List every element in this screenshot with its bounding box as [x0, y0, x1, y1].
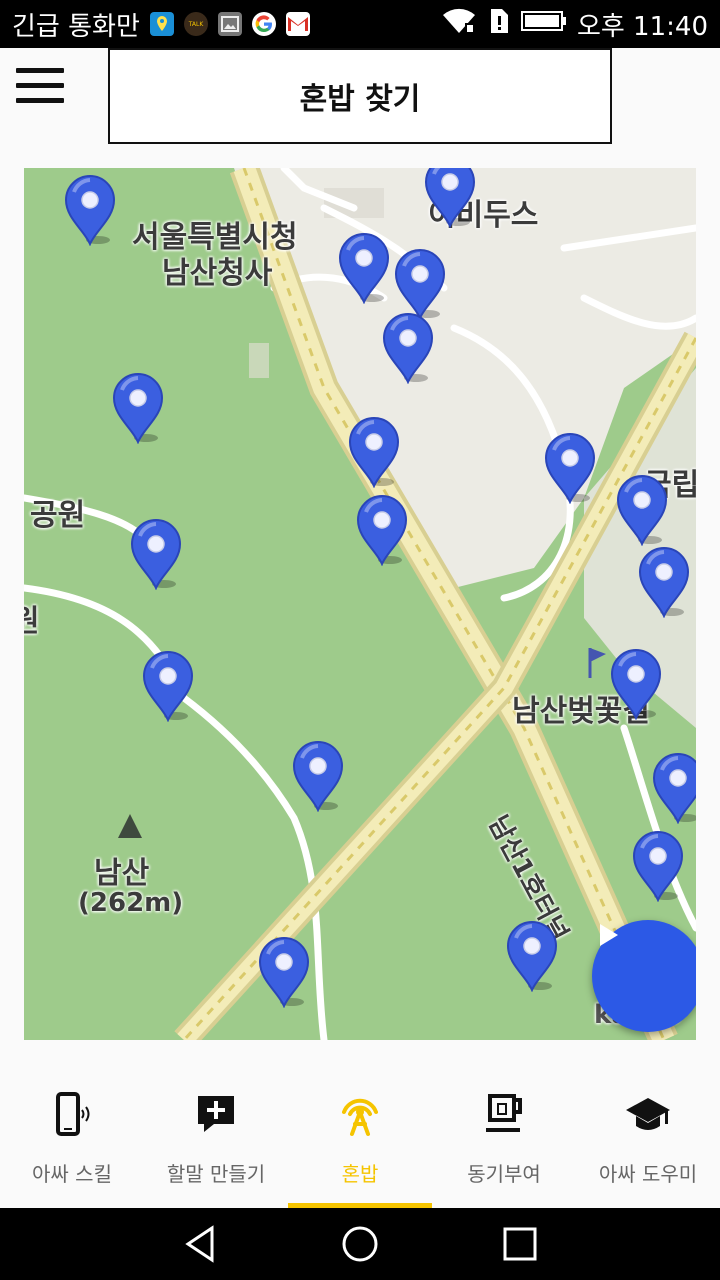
map-pin-icon[interactable] [394, 248, 446, 320]
map-label-namsan-office: 남산청사 [162, 256, 273, 291]
play-icon [600, 924, 618, 946]
system-navigation-bar [0, 1208, 720, 1280]
nav-item-helper[interactable]: 아싸 도우미 [576, 1060, 720, 1208]
map-label-mountain: 남산 [94, 856, 150, 891]
map-pin-icon[interactable] [638, 546, 690, 618]
nav-item-honbap[interactable]: 혼밥 [288, 1060, 432, 1208]
add-comment-icon [192, 1090, 240, 1138]
map-pin-icon[interactable] [424, 168, 476, 228]
app-bar: 혼밥 찾기 [0, 48, 720, 152]
map-pin-icon[interactable] [348, 416, 400, 488]
nav-item-make-words[interactable]: 할말 만들기 [144, 1060, 288, 1208]
nav-item-motivation[interactable]: 동기부여 [432, 1060, 576, 1208]
kakaotalk-app-icon: TALK [183, 12, 208, 36]
clock: 오후 11:40 [576, 11, 708, 42]
status-bar: 긴급 통화만 TALK 오후 11:40 [0, 0, 720, 48]
play-button[interactable] [592, 920, 696, 1032]
map-pin-icon[interactable] [64, 174, 116, 246]
nav-label-motivation: 동기부여 [467, 1162, 541, 1186]
map-pin-icon[interactable] [356, 494, 408, 566]
broadcast-icon [336, 1090, 384, 1138]
map-pin-icon[interactable] [292, 740, 344, 812]
carrier-text: 긴급 통화만 [12, 11, 140, 42]
map-pin-icon[interactable] [258, 936, 310, 1008]
map-view[interactable]: 서울특별시청 남산청사 공원 원 이비두스 국립 남산벚꽃길 남산1호터널 남산… [24, 168, 696, 1040]
coffee-cup-icon [480, 1090, 528, 1138]
phone-vibrate-icon [48, 1090, 96, 1138]
back-icon[interactable] [180, 1224, 220, 1264]
gmail-app-icon [285, 12, 310, 36]
bottom-navigation: 아싸 스킬 할말 만들기 혼밥 동기부여 아싸 도우미 [0, 1060, 720, 1208]
nav-label-honbap: 혼밥 [341, 1162, 379, 1186]
map-label-park: 공원 [30, 498, 86, 533]
nav-label-skill: 아싸 스킬 [32, 1162, 112, 1186]
wifi-icon [441, 7, 477, 42]
map-label-elevation: (262m) [78, 888, 184, 918]
map-pin-icon[interactable] [616, 474, 668, 546]
home-icon[interactable] [340, 1224, 380, 1264]
recents-icon[interactable] [500, 1224, 540, 1264]
google-app-icon [251, 12, 276, 36]
map-pin-icon[interactable] [338, 232, 390, 304]
map-pin-icon[interactable] [112, 372, 164, 444]
menu-icon[interactable] [16, 68, 64, 108]
map-pin-icon[interactable] [610, 648, 662, 720]
nav-label-make-words: 할말 만들기 [166, 1162, 266, 1186]
map-pin-icon[interactable] [506, 920, 558, 992]
battery-icon [520, 9, 567, 40]
map-pin-icon[interactable] [544, 432, 596, 504]
map-pin-icon[interactable] [382, 312, 434, 384]
map-pin-icon[interactable] [142, 650, 194, 722]
map-pin-icon[interactable] [652, 752, 696, 824]
map-pin-app-icon [149, 12, 174, 36]
page-title: 혼밥 찾기 [108, 48, 612, 144]
nav-item-skill[interactable]: 아싸 스킬 [0, 1060, 144, 1208]
svg-text:TALK: TALK [188, 21, 205, 28]
map-pin-icon[interactable] [632, 830, 684, 902]
sim-alert-icon [487, 7, 511, 42]
map-label-edge: 원 [24, 604, 40, 639]
nav-label-helper: 아싸 도우미 [598, 1162, 698, 1186]
graduation-cap-icon [624, 1090, 672, 1138]
map-pin-icon[interactable] [130, 518, 182, 590]
gallery-app-icon [217, 12, 242, 36]
